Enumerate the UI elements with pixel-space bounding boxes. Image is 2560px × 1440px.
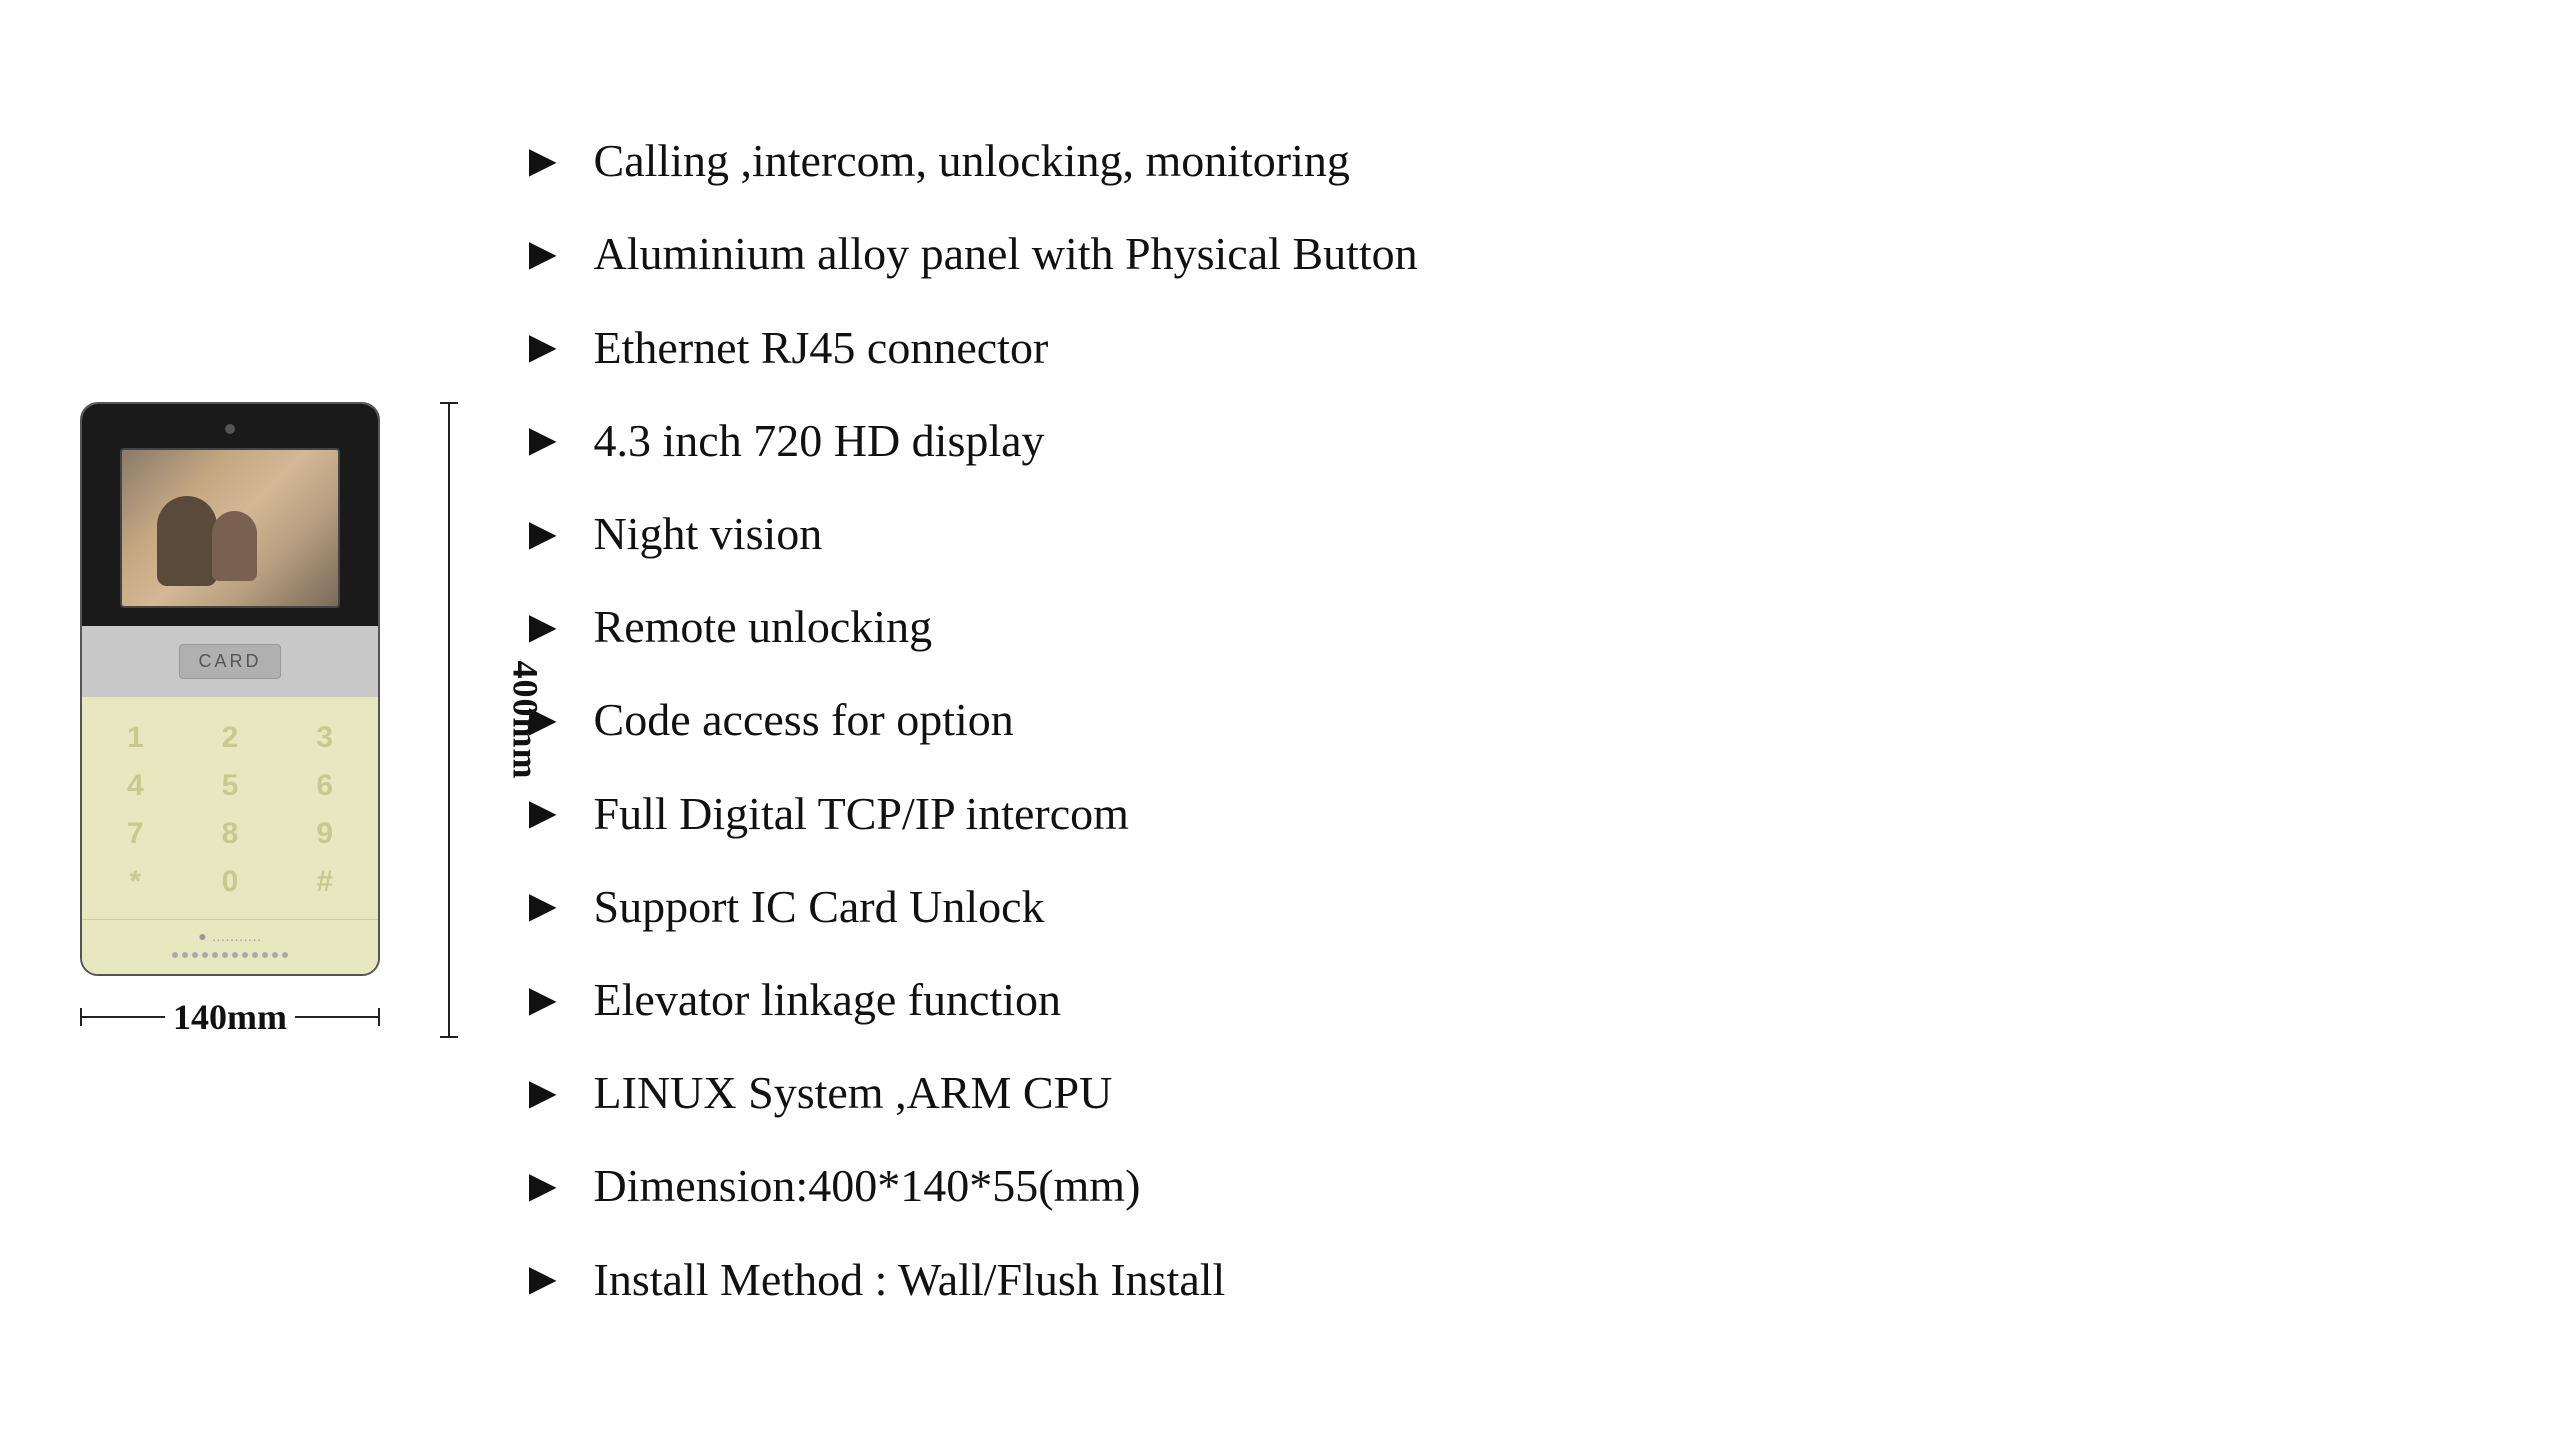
height-dim-line: 400mm [448, 402, 450, 1038]
feature-item: ► Ethernet RJ45 connector [520, 320, 2480, 375]
feature-item: ► Support IC Card Unlock [520, 879, 2480, 934]
device-top-section [82, 404, 378, 626]
height-dimension: 400mm [448, 402, 450, 1038]
keypad-key: 3 [287, 721, 362, 755]
feature-text-1: Aluminium alloy panel with Physical Butt… [594, 226, 1418, 281]
keypad-key: # [287, 865, 362, 899]
device-keypad-section: 123 456 789 * 0 # [82, 697, 378, 919]
feature-bullet: ► [520, 511, 566, 557]
screen-image [122, 450, 338, 606]
camera-dot [225, 424, 235, 434]
speaker-dot [192, 952, 198, 958]
speaker-dot [272, 952, 278, 958]
speaker-dot [222, 952, 228, 958]
device-label: ● ........... [198, 930, 261, 946]
feature-item: ► Dimension:400*140*55(mm) [520, 1158, 2480, 1213]
speaker-dot [262, 952, 268, 958]
keypad-key: 9 [287, 817, 362, 851]
feature-text-11: Dimension:400*140*55(mm) [594, 1158, 1141, 1213]
feature-bullet: ► [520, 1256, 566, 1302]
feature-item: ► 4.3 inch 720 HD display [520, 413, 2480, 468]
device-middle-section: CARD [82, 626, 378, 697]
feature-item: ► LINUX System ,ARM CPU [520, 1065, 2480, 1120]
feature-item: ► Elevator linkage function [520, 972, 2480, 1027]
feature-bullet: ► [520, 883, 566, 929]
feature-bullet: ► [520, 324, 566, 370]
speaker-dot [242, 952, 248, 958]
feature-item: ► Remote unlocking [520, 599, 2480, 654]
speaker-dot [172, 952, 178, 958]
feature-bullet: ► [520, 977, 566, 1023]
feature-bullet: ► [520, 138, 566, 184]
device-bottom-section: ● ........... [82, 919, 378, 974]
feature-bullet: ► [520, 790, 566, 836]
device-diagram: 400mm CARD 123456789*0# [80, 402, 380, 1038]
feature-bullet: ► [520, 604, 566, 650]
feature-text-2: Ethernet RJ45 connector [594, 320, 1049, 375]
feature-item: ► Night vision [520, 506, 2480, 561]
keypad-key: 6 [287, 769, 362, 803]
card-slot: CARD [179, 644, 280, 679]
keypad-key: 7 [98, 817, 173, 851]
feature-text-6: Code access for option [594, 692, 1014, 747]
height-label: 400mm [504, 661, 546, 780]
keypad-key: * [98, 865, 173, 899]
feature-bullet: ► [520, 1070, 566, 1116]
feature-text-8: Support IC Card Unlock [594, 879, 1045, 934]
feature-text-12: Install Method : Wall/Flush Install [594, 1252, 1226, 1307]
device-body: CARD 123 456 789 * 0 # ● ........... [80, 402, 380, 976]
page-layout: 400mm CARD 123 456 789 * 0 # [80, 60, 2480, 1380]
screen [120, 448, 340, 608]
feature-text-10: LINUX System ,ARM CPU [594, 1065, 1113, 1120]
speaker-dots [170, 952, 290, 958]
feature-item: ► Install Method : Wall/Flush Install [520, 1252, 2480, 1307]
keypad-grid: 123 456 789 * 0 # [98, 721, 362, 899]
feature-bullet: ► [520, 231, 566, 277]
feature-text-7: Full Digital TCP/IP intercom [594, 786, 1129, 841]
keypad-key: 5 [193, 769, 268, 803]
speaker-dot [252, 952, 258, 958]
feature-text-3: 4.3 inch 720 HD display [594, 413, 1045, 468]
feature-text-4: Night vision [594, 506, 823, 561]
width-label: 140mm [165, 996, 295, 1038]
feature-item: ► Full Digital TCP/IP intercom [520, 786, 2480, 841]
feature-text-5: Remote unlocking [594, 599, 933, 654]
keypad-key: 2 [193, 721, 268, 755]
width-dimension: 140mm [80, 996, 380, 1038]
features-list: ► Calling ,intercom, unlocking, monitorin… [480, 133, 2480, 1306]
keypad-key: 8 [193, 817, 268, 851]
speaker-dot [232, 952, 238, 958]
speaker-dot [212, 952, 218, 958]
feature-bullet: ► [520, 1163, 566, 1209]
feature-text-0: Calling ,intercom, unlocking, monitoring [594, 133, 1350, 188]
speaker-dot [282, 952, 288, 958]
feature-item: ►Code access for option [520, 692, 2480, 747]
feature-text-9: Elevator linkage function [594, 972, 1062, 1027]
feature-bullet: ► [520, 417, 566, 463]
speaker-dot [202, 952, 208, 958]
feature-item: ► Aluminium alloy panel with Physical But… [520, 226, 2480, 281]
speaker-dot [182, 952, 188, 958]
feature-item: ► Calling ,intercom, unlocking, monitorin… [520, 133, 2480, 188]
keypad-key: 4 [98, 769, 173, 803]
keypad-key: 1 [98, 721, 173, 755]
keypad-key: 0 [193, 865, 268, 899]
